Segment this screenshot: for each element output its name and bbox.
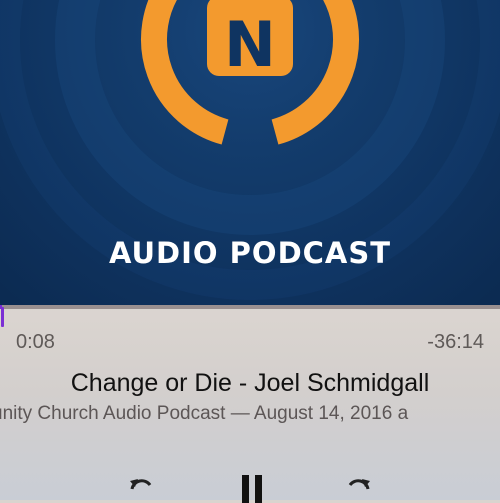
rewind-15-icon[interactable]	[126, 473, 156, 503]
scrubber-handle[interactable]	[1, 307, 4, 327]
logo-letter: N	[224, 8, 276, 81]
podcast-artwork: N AUDIO PODCAST	[0, 0, 500, 305]
pause-icon[interactable]	[238, 473, 266, 503]
track-title: Change or Die - Joel Schmidgall	[70, 369, 430, 397]
remaining-time: -36:14	[427, 331, 484, 353]
now-playing-panel: 0:08 -36:14 Change or Die - Joel Schmidg…	[0, 305, 500, 503]
track-subtitle-text: unity Church Audio Podcast — August 14, …	[0, 403, 409, 424]
forward-15-icon[interactable]	[344, 473, 374, 503]
playback-controls	[0, 473, 500, 503]
track-subtitle: unity Church Audio Podcast — August 14, …	[0, 403, 500, 425]
elapsed-time: 0:08	[16, 331, 55, 353]
logo-icon: N	[141, 0, 359, 145]
artwork-label: AUDIO PODCAST	[108, 236, 392, 270]
progress-scrubber[interactable]	[0, 305, 500, 309]
